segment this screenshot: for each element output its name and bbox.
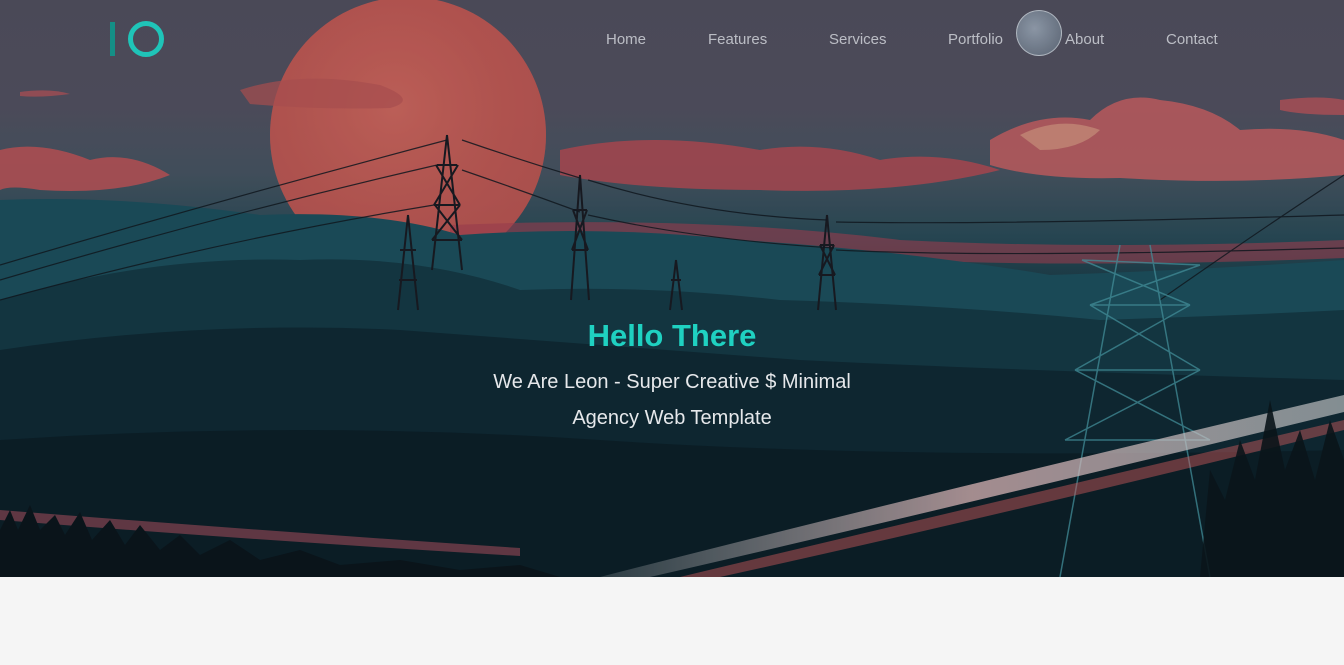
nav-link-services[interactable]: Services (829, 31, 887, 48)
nav-link-about[interactable]: About (1065, 31, 1104, 48)
site-logo[interactable] (107, 20, 167, 60)
nav-link-home[interactable]: Home (606, 31, 646, 48)
custom-cursor-circle (1016, 10, 1062, 56)
logo-bar-mark (110, 22, 115, 56)
main-navigation: Home Features Services Portfolio About C… (575, 31, 1255, 53)
hero-subtitle: We Are Leon - Super Creative $ Minimal A… (493, 371, 851, 429)
logo-ring-mark (128, 21, 164, 57)
next-section (0, 577, 1344, 665)
hero-text-block: Hello There We Are Leon - Super Creative… (0, 316, 1344, 436)
hero-title: Hello There (587, 318, 757, 353)
nav-link-contact[interactable]: Contact (1166, 31, 1218, 48)
hero-overlay (0, 0, 1344, 577)
nav-link-features[interactable]: Features (708, 31, 767, 48)
hero-section: Home Features Services Portfolio About C… (0, 0, 1344, 577)
nav-link-portfolio[interactable]: Portfolio (948, 31, 1003, 48)
